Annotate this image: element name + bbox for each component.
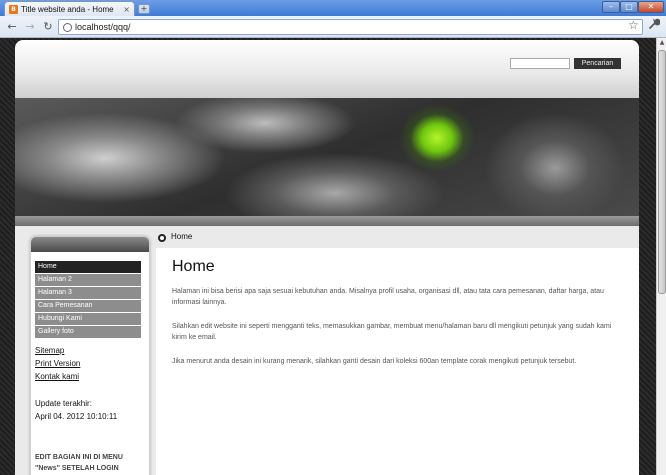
menu-item-cara-pemesanan[interactable]: Cara Pemesanan <box>35 300 141 313</box>
forward-icon[interactable]: → <box>23 20 37 34</box>
edit-note: EDIT BAGIAN INI DI MENU "News" SETELAH L… <box>35 454 123 472</box>
wrench-icon[interactable] <box>648 18 661 33</box>
browser-toolbar: ← → ↻ localhost/qqq/ <box>0 16 666 38</box>
update-timestamp: April 04. 2012 10:10:11 <box>35 412 118 421</box>
update-label: Update terakhir: <box>35 399 92 408</box>
search-input[interactable] <box>510 58 570 69</box>
site-header: Pencarian <box>15 40 639 98</box>
sidebar: Home Halaman 2 Halaman 3 Cara Pemesanan … <box>30 236 150 475</box>
menu-item-home[interactable]: Home <box>35 261 141 274</box>
main-content: Home Halaman ini bisa berisi apa saja se… <box>156 248 639 475</box>
address-bar[interactable]: localhost/qqq/ <box>58 19 643 35</box>
url-text: localhost/qqq/ <box>75 22 131 32</box>
maximize-button[interactable]: □ <box>620 1 638 13</box>
browser-tab[interactable]: B Title website anda - Home × <box>4 1 135 16</box>
page-viewport: Pencarian Home Halaman 2 Halaman 3 Cara … <box>0 38 656 475</box>
sidebar-links: Sitemap Print Version Kontak kami <box>31 344 80 383</box>
content-area: Home Halaman 2 Halaman 3 Cara Pemesanan … <box>15 226 639 475</box>
breadcrumb: Home <box>155 226 639 248</box>
close-tab-icon[interactable]: × <box>123 5 130 14</box>
close-window-button[interactable]: ✕ <box>638 1 664 13</box>
page-title: Home <box>172 258 215 275</box>
tab-title: Title website anda - Home <box>21 4 114 14</box>
menu-item-gallery-foto[interactable]: Gallery foto <box>35 326 141 339</box>
scrollbar-thumb[interactable] <box>658 50 666 294</box>
header-banner-image <box>15 98 639 216</box>
sitemap-link[interactable]: Sitemap <box>35 344 80 357</box>
content-paragraph: Silahkan edit website ini seperti mengga… <box>172 323 612 341</box>
content-paragraph: Jika menurut anda desain ini kurang mena… <box>172 358 577 365</box>
menu-item-halaman-3[interactable]: Halaman 3 <box>35 287 141 300</box>
website: Pencarian Home Halaman 2 Halaman 3 Cara … <box>15 40 639 475</box>
new-tab-button[interactable]: + <box>138 4 150 14</box>
vertical-scrollbar[interactable]: ▲ <box>656 38 666 475</box>
scroll-up-icon[interactable]: ▲ <box>657 38 666 48</box>
sidebar-menu: Home Halaman 2 Halaman 3 Cara Pemesanan … <box>35 261 141 339</box>
bullet-icon <box>158 234 166 242</box>
sidebar-header <box>31 237 149 252</box>
menu-item-hubungi-kami[interactable]: Hubungi Kami <box>35 313 141 326</box>
globe-icon <box>63 23 72 32</box>
back-icon[interactable]: ← <box>5 20 19 34</box>
search-button[interactable]: Pencarian <box>574 58 621 69</box>
bookmark-star-icon[interactable]: ☆ <box>628 18 639 32</box>
content-paragraph: Halaman ini bisa berisi apa saja sesuai … <box>172 288 604 306</box>
reload-icon[interactable]: ↻ <box>41 20 55 34</box>
breadcrumb-current: Home <box>171 232 193 241</box>
contact-link[interactable]: Kontak kami <box>35 370 80 383</box>
blogger-icon: B <box>9 4 18 14</box>
banner-divider <box>15 216 639 226</box>
print-version-link[interactable]: Print Version <box>35 357 80 370</box>
menu-item-halaman-2[interactable]: Halaman 2 <box>35 274 141 287</box>
minimize-button[interactable]: – <box>602 1 620 13</box>
